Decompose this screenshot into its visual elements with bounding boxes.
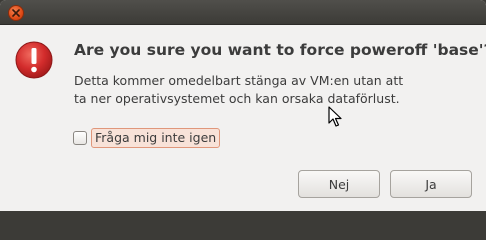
title-bar [0, 0, 486, 25]
dont-ask-again-label[interactable]: Fråga mig inte igen [91, 128, 221, 148]
warning-icon [15, 41, 53, 79]
mouse-pointer-icon [328, 106, 342, 127]
close-button[interactable] [8, 5, 24, 21]
close-icon [12, 9, 20, 17]
dialog-window: Are you sure you want to force poweroff … [0, 0, 486, 211]
yes-button[interactable]: Ja [390, 170, 472, 198]
dialog-heading: Are you sure you want to force poweroff … [74, 41, 486, 59]
dont-ask-again-row[interactable]: Fråga mig inte igen [73, 128, 221, 148]
dialog-message: Detta kommer omedelbart stänga av VM:en … [74, 72, 454, 108]
message-line-1: Detta kommer omedelbart stänga av VM:en … [74, 73, 404, 88]
dont-ask-again-checkbox[interactable] [73, 131, 87, 145]
no-button[interactable]: Nej [298, 170, 380, 198]
message-line-2: ta ner operativsystemet och kan orsaka d… [74, 91, 400, 106]
